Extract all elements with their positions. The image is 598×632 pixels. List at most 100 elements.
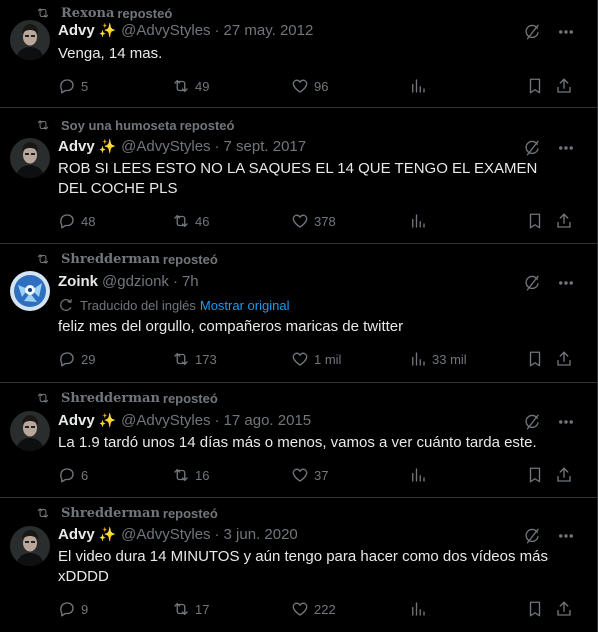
views-icon (409, 600, 427, 618)
author-handle[interactable]: @AdvyStyles (121, 22, 210, 39)
separator-dot: · (214, 526, 220, 543)
retweet-button[interactable]: 173 (172, 350, 217, 368)
author-handle[interactable]: @AdvyStyles (121, 412, 210, 429)
tweet-actions: 5 49 96 (58, 77, 575, 97)
author-name[interactable]: Zoink (58, 273, 98, 290)
tweet-top-actions (523, 413, 575, 431)
more-icon[interactable] (557, 139, 575, 157)
show-original-link[interactable]: Mostrar original (200, 298, 290, 313)
views-button[interactable] (409, 212, 432, 230)
retweet-button[interactable]: 16 (172, 466, 209, 484)
share-button[interactable] (555, 350, 578, 368)
views-button[interactable] (409, 77, 432, 95)
views-button[interactable]: 33 mil (409, 350, 467, 368)
reply-button[interactable]: 29 (58, 350, 95, 368)
share-button[interactable] (555, 77, 578, 95)
tweet-actions: 9 17 222 (58, 600, 575, 620)
tweet-top-actions (523, 527, 575, 545)
like-button[interactable]: 222 (291, 600, 336, 618)
author-name[interactable]: Advy (58, 138, 95, 155)
tweet-header: Zoink @gdzionk · 7h (58, 273, 199, 290)
retweet-icon (172, 350, 190, 368)
timestamp[interactable]: 27 may. 2012 (224, 22, 314, 39)
avatar[interactable] (10, 526, 50, 566)
tweet[interactable]: Rexona reposteó Advy ✨ @AdvyStyles · 27 … (0, 0, 597, 108)
repost-indicator: Soy una humoseta reposteó (36, 116, 234, 134)
grok-icon[interactable] (523, 23, 541, 41)
retweet-count: 17 (195, 601, 210, 617)
retweet-icon (172, 600, 190, 618)
author-handle[interactable]: @AdvyStyles (121, 526, 210, 543)
retweet-icon (172, 77, 190, 95)
author-name[interactable]: Advy (58, 22, 95, 39)
avatar[interactable] (10, 20, 50, 60)
reposted-label: reposteó (162, 505, 218, 521)
timestamp[interactable]: 7 sept. 2017 (224, 138, 307, 155)
bookmark-button[interactable] (526, 466, 549, 484)
author-handle[interactable]: @AdvyStyles (121, 138, 210, 155)
reply-count: 29 (81, 351, 96, 367)
grok-icon[interactable] (523, 274, 541, 292)
translated-label: Traducido del inglés (80, 297, 196, 313)
separator-dot: · (172, 273, 178, 290)
views-icon (409, 212, 427, 230)
bookmark-button[interactable] (526, 212, 549, 230)
view-count: 33 mil (432, 351, 467, 367)
like-button[interactable]: 1 mil (291, 350, 341, 368)
share-button[interactable] (555, 600, 578, 618)
reposted-label: reposteó (117, 5, 173, 21)
views-button[interactable] (409, 600, 432, 618)
retweet-icon (36, 118, 50, 132)
tweet[interactable]: Shredderman reposteó Advy ✨ @AdvyStyles … (0, 383, 597, 498)
reposter-name[interactable]: Shredderman (61, 506, 160, 521)
grok-icon[interactable] (523, 139, 541, 157)
tweet-header: Advy ✨ @AdvyStyles · 3 jun. 2020 (58, 526, 298, 543)
avatar[interactable] (10, 411, 50, 451)
timestamp[interactable]: 7h (182, 273, 199, 290)
retweet-icon (172, 466, 190, 484)
reposter-name[interactable]: Soy una humoseta (61, 118, 177, 133)
reply-count: 6 (81, 467, 89, 483)
retweet-button[interactable]: 46 (172, 212, 209, 230)
tweet[interactable]: Shredderman reposteó Advy ✨ @AdvyStyles … (0, 498, 597, 632)
tweet[interactable]: Soy una humoseta reposteó Advy ✨ @AdvySt… (0, 108, 597, 244)
share-button[interactable] (555, 212, 578, 230)
reply-button[interactable]: 48 (58, 212, 95, 230)
bookmark-button[interactable] (526, 600, 549, 618)
timestamp[interactable]: 3 jun. 2020 (224, 526, 298, 543)
more-icon[interactable] (557, 23, 575, 41)
share-button[interactable] (555, 466, 578, 484)
views-button[interactable] (409, 466, 432, 484)
avatar[interactable] (10, 138, 50, 178)
reposter-name[interactable]: Shredderman (61, 252, 160, 267)
bookmark-button[interactable] (526, 350, 549, 368)
avatar[interactable] (10, 271, 50, 311)
heart-icon (291, 212, 309, 230)
reply-button[interactable]: 6 (58, 466, 88, 484)
more-icon[interactable] (557, 527, 575, 545)
like-button[interactable]: 96 (291, 77, 328, 95)
author-handle[interactable]: @gdzionk (102, 273, 169, 290)
author-name[interactable]: Advy (58, 526, 95, 543)
retweet-icon (36, 506, 50, 520)
more-icon[interactable] (557, 413, 575, 431)
retweet-button[interactable]: 49 (172, 77, 209, 95)
timestamp[interactable]: 17 ago. 2015 (224, 412, 312, 429)
grok-icon[interactable] (523, 527, 541, 545)
like-button[interactable]: 378 (291, 212, 336, 230)
author-name[interactable]: Advy (58, 412, 95, 429)
reply-count: 48 (81, 213, 96, 229)
grok-icon[interactable] (523, 413, 541, 431)
retweet-button[interactable]: 17 (172, 600, 209, 618)
separator-dot: · (214, 138, 220, 155)
more-icon[interactable] (557, 274, 575, 292)
reposter-name[interactable]: Shredderman (61, 391, 160, 406)
reply-button[interactable]: 5 (58, 77, 88, 95)
views-icon (409, 466, 427, 484)
reposter-name[interactable]: Rexona (61, 6, 114, 21)
reply-button[interactable]: 9 (58, 600, 88, 618)
like-button[interactable]: 37 (291, 466, 328, 484)
reposted-label: reposteó (162, 251, 218, 267)
bookmark-button[interactable] (526, 77, 549, 95)
tweet[interactable]: Shredderman reposteó Zoink @gdzionk · 7h… (0, 244, 597, 383)
